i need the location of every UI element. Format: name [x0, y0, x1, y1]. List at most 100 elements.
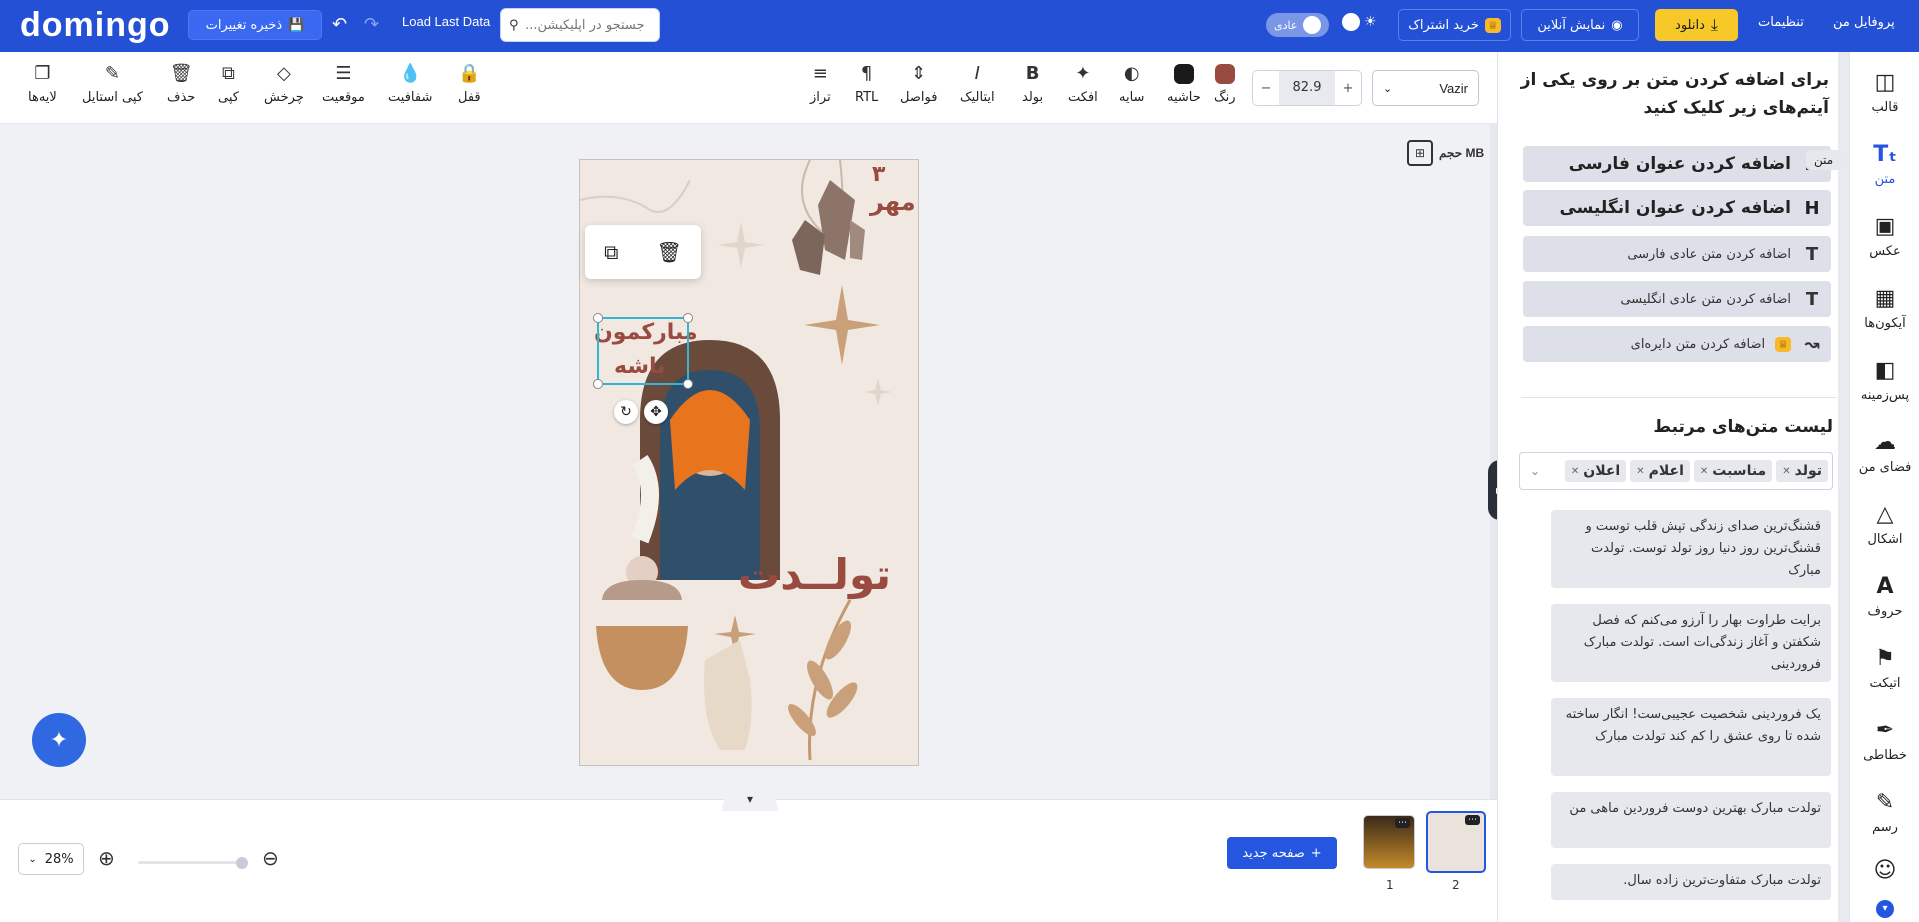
chevron-down-icon[interactable]: ⌄: [1524, 464, 1540, 478]
resize-handle[interactable]: [683, 379, 693, 389]
undo-icon[interactable]: ↶: [332, 14, 347, 35]
rotate-handle-icon[interactable]: ↻: [614, 400, 638, 424]
page-thumbnail[interactable]: ⋯: [1363, 815, 1415, 869]
rail-item-emoji[interactable]: ☺: [1850, 858, 1919, 884]
plus-icon[interactable]: +: [1335, 81, 1361, 96]
font-family-select[interactable]: ⌄ Vazir: [1372, 70, 1479, 106]
selection-box[interactable]: [593, 313, 693, 389]
rail-item-template[interactable]: ◫ قالب: [1850, 70, 1919, 115]
resize-handle[interactable]: [593, 313, 603, 323]
add-persian-text-button[interactable]: T اضافه کردن متن عادی فارسی: [1523, 236, 1831, 272]
zoom-select[interactable]: ⌄ 28%: [18, 843, 84, 875]
new-page-button[interactable]: صفحه جدید +: [1227, 837, 1337, 869]
tag-chip[interactable]: مناسبت ✕: [1693, 460, 1773, 482]
effect-button[interactable]: ✦ افکت: [1068, 64, 1098, 106]
theme-toggle[interactable]: ☀: [1342, 13, 1377, 31]
lock-button[interactable]: 🔒 قفل: [458, 64, 481, 106]
rail-item-shapes[interactable]: △ اشکال: [1850, 502, 1919, 547]
rotate-button[interactable]: ◇ چرخش: [264, 64, 304, 106]
add-persian-heading-button[interactable]: H اضافه کردن عنوان فارسی: [1523, 146, 1831, 182]
tag-chip[interactable]: اعلام ✕: [1630, 460, 1690, 482]
tag-chip[interactable]: تولد ✕: [1776, 460, 1828, 482]
zoom-slider[interactable]: [138, 861, 248, 864]
cloud-upload-icon: ☁: [1874, 430, 1896, 455]
close-icon[interactable]: ✕: [1571, 466, 1579, 477]
rail-item-background[interactable]: ◧ پس‌زمینه: [1850, 358, 1919, 403]
calculator-icon[interactable]: ⊞: [1407, 140, 1433, 166]
duplicate-icon[interactable]: ⧉: [604, 240, 618, 264]
shadow-button[interactable]: ◐ سایه: [1119, 64, 1144, 106]
copy-button[interactable]: ⧉ کپی: [218, 63, 239, 106]
more-icon[interactable]: ⋯: [1395, 818, 1410, 828]
stroke-button[interactable]: حاشیه: [1167, 64, 1201, 105]
trash-icon[interactable]: 🗑: [657, 240, 682, 264]
add-circular-text-button[interactable]: ↝ ♕ اضافه کردن متن دایره‌ای: [1523, 326, 1831, 362]
rail-item-sticker[interactable]: ⚑ اتیکت: [1850, 646, 1919, 691]
rail-item-calligraphy[interactable]: ✒ خطاطی: [1850, 718, 1919, 763]
add-english-heading-button[interactable]: H اضافه کردن عنوان انگلیسی: [1523, 190, 1831, 226]
text-suggestion-card[interactable]: قشنگ‌ترین صدای زندگی تپش قلب توست و قشنگ…: [1551, 510, 1831, 588]
pencil-icon: ✎: [1875, 790, 1895, 815]
close-icon[interactable]: ✕: [1782, 466, 1790, 477]
opacity-button[interactable]: 💧 شفافیت: [388, 64, 432, 106]
load-last-data-link[interactable]: Load Last Data: [402, 14, 490, 29]
layers-button[interactable]: ❐ لایه‌ها: [28, 64, 57, 106]
paint-brush-icon: ✎: [104, 63, 121, 84]
scroll-down-icon[interactable]: ▾: [1876, 900, 1894, 918]
app-logo[interactable]: domingo: [20, 6, 171, 45]
birthday-title[interactable]: تولــدت: [738, 550, 891, 599]
close-icon[interactable]: ✕: [1700, 466, 1708, 477]
settings-link[interactable]: تنظیمات: [1758, 15, 1804, 30]
text-suggestion-card[interactable]: تولدت مبارک متفاوت‌ترین زاده سال.: [1551, 864, 1831, 900]
rail-item-my-space[interactable]: ☁ فضای من: [1850, 430, 1919, 475]
tool-rail: ◫ قالب Tₜ متن ▣ عکس ▦ آیکون‌ها ◧ پس‌زمین…: [1849, 52, 1919, 922]
page-thumbnail-active[interactable]: ⋯: [1426, 811, 1486, 873]
spacing-button[interactable]: ⇕ فواصل: [900, 64, 937, 106]
zoom-slider-thumb[interactable]: [236, 857, 248, 869]
search-input[interactable]: [524, 17, 645, 33]
bold-button[interactable]: B بولد: [1022, 64, 1043, 106]
color-button[interactable]: رنگ: [1214, 64, 1236, 105]
rail-item-image[interactable]: ▣ عکس: [1850, 214, 1919, 259]
magic-wand-button[interactable]: ✦: [32, 713, 86, 767]
rail-item-draw[interactable]: ✎ رسم: [1850, 790, 1919, 835]
copy-style-button[interactable]: ✎ کپی استایل: [82, 63, 143, 106]
rtl-button[interactable]: ¶ RTL: [855, 64, 878, 106]
resize-handle[interactable]: [683, 313, 693, 323]
align-button[interactable]: ≡ تراز: [810, 64, 831, 106]
date-month[interactable]: مهر: [870, 188, 916, 216]
move-handle-icon[interactable]: ✥: [644, 400, 668, 424]
mode-toggle[interactable]: عادی: [1266, 13, 1330, 37]
tag-filter[interactable]: تولد ✕ مناسبت ✕ اعلام ✕ اعلان ✕ ⌄: [1519, 452, 1833, 490]
font-size-value[interactable]: 82.9: [1279, 71, 1335, 105]
add-english-text-button[interactable]: T اضافه کردن متن عادی انگلیسی: [1523, 281, 1831, 317]
panel-scrollbar[interactable]: [1838, 52, 1849, 922]
date-number[interactable]: ۳: [872, 162, 885, 187]
zoom-in-icon[interactable]: ⊕: [98, 846, 115, 870]
position-button[interactable]: ☰ موقعیت: [322, 64, 365, 106]
italic-button[interactable]: I ایتالیک: [960, 64, 995, 106]
redo-icon[interactable]: ↷: [364, 14, 379, 35]
buy-subscription-button[interactable]: خرید اشتراک ♕: [1398, 9, 1511, 41]
rail-item-icons[interactable]: ▦ آیکون‌ها: [1850, 286, 1919, 331]
download-icon: ⤓: [1710, 15, 1718, 34]
close-icon[interactable]: ✕: [1636, 466, 1644, 477]
save-changes-button[interactable]: ذخیره تغییرات 💾: [188, 10, 322, 40]
copy-icon: ⧉: [222, 63, 235, 84]
text-suggestion-card[interactable]: برایت طراوت بهار را آرزو می‌کنم که فصل ش…: [1551, 604, 1831, 682]
zoom-out-icon[interactable]: ⊖: [262, 846, 279, 870]
minus-icon[interactable]: −: [1253, 81, 1279, 96]
text-suggestion-card[interactable]: یک فروردینی شخصیت عجیبی‌ست! انگار ساخته …: [1551, 698, 1831, 776]
tag-chip[interactable]: اعلان ✕: [1564, 460, 1627, 482]
download-button[interactable]: دانلود ⤓: [1655, 9, 1738, 41]
rail-item-letters[interactable]: A حروف: [1850, 574, 1919, 619]
rail-item-text[interactable]: Tₜ متن: [1850, 142, 1919, 187]
online-preview-button[interactable]: نمایش آنلاین ◉: [1521, 9, 1639, 41]
panel-title: برای اضافه کردن متن بر روی یکی از آیتم‌ه…: [1520, 70, 1829, 118]
text-suggestion-card[interactable]: تولدت مبارک بهترین دوست فروردین ماهی من: [1551, 792, 1831, 848]
profile-link[interactable]: پروفایل من: [1833, 15, 1895, 30]
delete-button[interactable]: 🗑 حذف: [167, 64, 195, 106]
more-icon[interactable]: ⋯: [1465, 815, 1480, 825]
resize-handle[interactable]: [593, 379, 603, 389]
tag-icon: ⚑: [1875, 646, 1895, 671]
